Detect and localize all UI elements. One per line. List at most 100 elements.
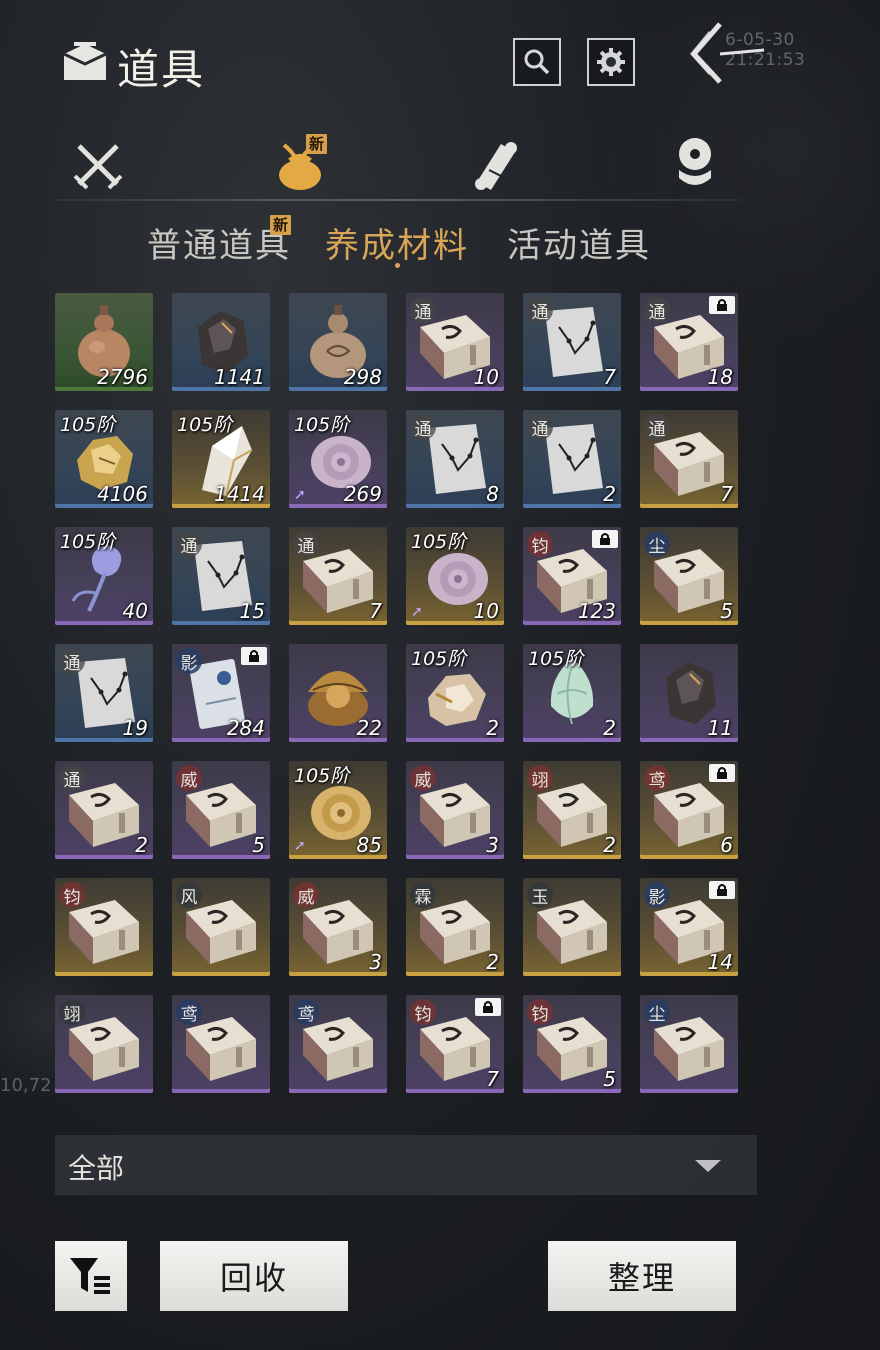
item-school-glyph: 威 bbox=[176, 765, 202, 791]
inventory-item-slot[interactable]: 威5 bbox=[172, 761, 270, 859]
item-quantity: 298 bbox=[343, 365, 382, 389]
item-quantity: 3 bbox=[369, 950, 382, 974]
upgrade-arrow-icon: ➚ bbox=[411, 604, 423, 620]
subtab-growth-materials[interactable]: 养成材料 bbox=[325, 218, 469, 267]
item-quantity: 18 bbox=[707, 365, 733, 389]
settings-button[interactable] bbox=[587, 38, 635, 86]
item-quantity: 15 bbox=[239, 599, 265, 623]
item-quantity: 5 bbox=[252, 833, 265, 857]
search-button[interactable] bbox=[513, 38, 561, 86]
gear-icon bbox=[597, 48, 625, 76]
category-coins-tab[interactable] bbox=[665, 135, 725, 195]
category-weapons-tab[interactable] bbox=[68, 135, 128, 195]
inventory-item-slot[interactable]: 2796 bbox=[55, 293, 153, 391]
sort-button[interactable]: 整理 bbox=[548, 1241, 736, 1311]
inventory-item-slot[interactable]: 105阶 1414 bbox=[172, 410, 270, 508]
inventory-item-slot[interactable]: 钧 123 bbox=[523, 527, 621, 625]
category-scrolls-tab[interactable] bbox=[466, 135, 526, 195]
inventory-item-slot[interactable]: 通 19 bbox=[55, 644, 153, 742]
item-school-glyph: 通 bbox=[410, 297, 436, 323]
bound-lock-icon bbox=[241, 647, 267, 665]
inventory-item-slot[interactable]: 105阶 2 bbox=[406, 644, 504, 742]
inventory-item-slot[interactable]: 105阶 4106 bbox=[55, 410, 153, 508]
new-badge: 新 bbox=[306, 134, 328, 154]
inventory-item-slot[interactable]: 通7 bbox=[523, 293, 621, 391]
item-school-glyph: 霖 bbox=[410, 882, 436, 908]
inventory-item-slot[interactable]: 威3 bbox=[289, 878, 387, 976]
chevron-down-icon bbox=[695, 1160, 721, 1172]
inventory-item-slot[interactable]: 通2 bbox=[55, 761, 153, 859]
bound-lock-icon bbox=[709, 764, 735, 782]
item-quantity: 7 bbox=[603, 365, 616, 389]
item-school-glyph: 威 bbox=[410, 765, 436, 791]
item-quantity: 2 bbox=[603, 482, 616, 506]
inventory-item-slot[interactable]: 通2 bbox=[523, 410, 621, 508]
inventory-item-slot[interactable]: 鸢 bbox=[172, 995, 270, 1093]
item-school-glyph: 玉 bbox=[527, 882, 553, 908]
item-quantity: 123 bbox=[577, 599, 616, 623]
inventory-item-slot[interactable]: 钧 bbox=[55, 878, 153, 976]
item-school-glyph: 鸢 bbox=[644, 765, 670, 791]
item-school-glyph: 钧 bbox=[59, 882, 85, 908]
item-quantity: 14 bbox=[707, 950, 733, 974]
inventory-item-slot[interactable]: 通7 bbox=[640, 410, 738, 508]
item-school-glyph: 通 bbox=[59, 648, 85, 674]
inventory-item-slot[interactable]: 1141 bbox=[172, 293, 270, 391]
inventory-item-slot[interactable]: 通 15 bbox=[172, 527, 270, 625]
inventory-item-slot[interactable]: 105阶 2 bbox=[523, 644, 621, 742]
bound-lock-icon bbox=[592, 530, 618, 548]
subtab-event-items[interactable]: 活动道具 bbox=[507, 218, 651, 267]
inventory-item-slot[interactable]: 风 bbox=[172, 878, 270, 976]
item-tier-label: 105阶 bbox=[177, 414, 233, 436]
upgrade-arrow-icon: ➚ bbox=[294, 487, 306, 503]
inventory-item-slot[interactable]: 翊2 bbox=[523, 761, 621, 859]
item-quantity: 2 bbox=[486, 950, 499, 974]
item-quantity: 1141 bbox=[214, 365, 265, 389]
inventory-item-slot[interactable]: 通 18 bbox=[640, 293, 738, 391]
inventory-item-slot[interactable]: 22 bbox=[289, 644, 387, 742]
inventory-item-slot[interactable]: 通 10 bbox=[406, 293, 504, 391]
back-button[interactable] bbox=[680, 18, 766, 88]
filter-options-button[interactable] bbox=[55, 1241, 127, 1311]
item-quantity: 7 bbox=[486, 1067, 499, 1091]
inventory-item-slot[interactable]: 威3 bbox=[406, 761, 504, 859]
item-quantity: 11 bbox=[707, 716, 733, 740]
coin-stack-icon bbox=[679, 138, 711, 185]
inventory-item-slot[interactable]: 11 bbox=[640, 644, 738, 742]
item-school-glyph: 鸢 bbox=[176, 999, 202, 1025]
inventory-item-slot[interactable]: 通8 bbox=[406, 410, 504, 508]
inventory-item-slot[interactable]: 鸢6 bbox=[640, 761, 738, 859]
item-quantity: 2 bbox=[486, 716, 499, 740]
item-school-glyph: 翊 bbox=[527, 765, 553, 791]
inventory-item-slot[interactable]: 尘5 bbox=[640, 527, 738, 625]
item-tier-label: 105阶 bbox=[528, 648, 584, 670]
inventory-item-slot[interactable]: 尘 bbox=[640, 995, 738, 1093]
item-quantity: 2 bbox=[603, 833, 616, 857]
inventory-item-slot[interactable]: 105阶 ➚ 85 bbox=[289, 761, 387, 859]
inventory-item-slot[interactable]: 影 284 bbox=[172, 644, 270, 742]
recycle-button[interactable]: 回收 bbox=[160, 1241, 348, 1311]
inventory-item-slot[interactable]: 钧7 bbox=[406, 995, 504, 1093]
filter-dropdown[interactable]: 全部 bbox=[55, 1135, 757, 1195]
inventory-item-slot[interactable]: 翊 bbox=[55, 995, 153, 1093]
item-school-glyph: 通 bbox=[410, 414, 436, 440]
inventory-item-slot[interactable]: 霖2 bbox=[406, 878, 504, 976]
item-school-glyph: 通 bbox=[59, 765, 85, 791]
inventory-item-slot[interactable]: 298 bbox=[289, 293, 387, 391]
inventory-item-slot[interactable]: 鸢 bbox=[289, 995, 387, 1093]
item-school-glyph: 通 bbox=[527, 297, 553, 323]
funnel-list-icon bbox=[70, 1258, 110, 1294]
filter-selected-label: 全部 bbox=[68, 1152, 125, 1185]
bound-lock-icon bbox=[709, 881, 735, 899]
inventory-item-slot[interactable]: 105阶 ➚ 10 bbox=[406, 527, 504, 625]
item-quantity: 2796 bbox=[97, 365, 148, 389]
inventory-item-slot[interactable]: 105阶 40 bbox=[55, 527, 153, 625]
category-divider bbox=[55, 199, 740, 201]
inventory-item-slot[interactable]: 钧5 bbox=[523, 995, 621, 1093]
item-school-glyph: 通 bbox=[176, 531, 202, 557]
inventory-item-slot[interactable]: 通7 bbox=[289, 527, 387, 625]
inventory-item-slot[interactable]: 玉 bbox=[523, 878, 621, 976]
inventory-item-slot[interactable]: 影 14 bbox=[640, 878, 738, 976]
inventory-item-slot[interactable]: 105阶 ➚ 269 bbox=[289, 410, 387, 508]
item-quantity: 10 bbox=[473, 599, 499, 623]
